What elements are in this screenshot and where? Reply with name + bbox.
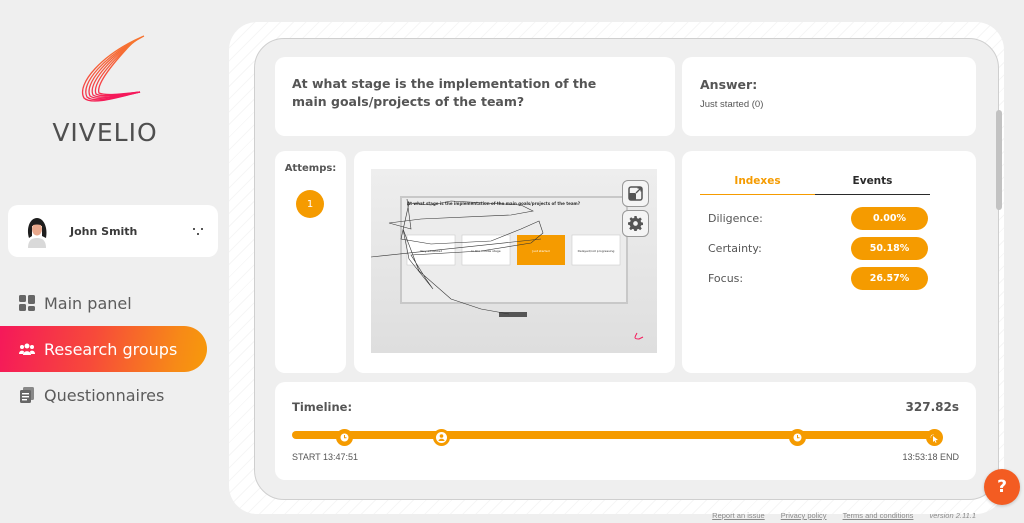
sidebar-item-label: Research groups xyxy=(44,339,178,359)
metric-value: 50.18% xyxy=(851,236,928,260)
metric-row-diligence: Diligence: 0.00% xyxy=(708,206,928,230)
brand-name: VIVELIO xyxy=(52,118,158,147)
timeline-marker-clock[interactable] xyxy=(335,429,353,446)
sidebar-item-main-panel[interactable]: Main panel xyxy=(0,280,210,326)
metric-label: Diligence: xyxy=(708,211,763,225)
vivelio-logo[interactable]: VIVELIO xyxy=(40,34,170,149)
metric-label: Focus: xyxy=(708,271,744,285)
timeline-marker-user[interactable] xyxy=(433,429,451,446)
timeline-track[interactable] xyxy=(292,431,940,439)
timeline-card: Timeline: 327.82s START 13:47:51 13:53:1… xyxy=(275,382,976,480)
question-card: At what stage is the implementation of t… xyxy=(275,57,675,136)
scrollbar[interactable] xyxy=(996,110,1002,210)
users-icon xyxy=(18,340,36,358)
attempt-button[interactable]: 1 xyxy=(296,190,324,218)
timeline-marker-clock[interactable] xyxy=(789,429,807,446)
session-replay-thumbnail[interactable]: At what stage is the implementation of t… xyxy=(371,169,657,353)
sidebar-item-research-groups[interactable]: Research groups xyxy=(0,326,207,372)
footer: Report an issue Privacy policy Terms and… xyxy=(712,511,976,520)
metric-label: Certainty: xyxy=(708,241,762,255)
settings-button[interactable] xyxy=(622,210,649,237)
metrics-card: Indexes Events Diligence: 0.00% Certaint… xyxy=(682,151,976,373)
gear-icon xyxy=(628,216,643,231)
user-card[interactable]: John Smith xyxy=(8,205,218,257)
expand-button[interactable] xyxy=(622,180,649,207)
sidebar-item-label: Questionnaires xyxy=(44,385,165,405)
version-label: version 2.11.1 xyxy=(929,511,976,520)
answer-card: Answer: Just started (0) xyxy=(682,57,976,136)
question-text: At what stage is the implementation of t… xyxy=(292,76,597,109)
user-name: John Smith xyxy=(70,224,138,238)
metrics-tabs: Indexes Events xyxy=(700,173,930,195)
metric-row-focus: Focus: 26.57% xyxy=(708,266,928,290)
answer-label: Answer: xyxy=(700,77,758,92)
avatar-icon xyxy=(20,214,54,248)
timeline-label: Timeline: xyxy=(292,400,353,414)
timeline-end: 13:53:18 END xyxy=(902,452,959,462)
privacy-policy-link[interactable]: Privacy policy xyxy=(781,511,827,520)
timeline-marker-click[interactable] xyxy=(925,428,943,447)
tab-events[interactable]: Events xyxy=(815,173,930,195)
documents-icon xyxy=(18,386,36,404)
metric-value: 26.57% xyxy=(851,266,928,290)
timeline-start: START 13:47:51 xyxy=(292,452,359,462)
click-icon xyxy=(929,428,939,447)
clock-icon xyxy=(793,433,802,442)
expand-icon xyxy=(628,186,643,201)
answer-value: Just started (0) xyxy=(700,99,764,110)
metric-value: 0.00% xyxy=(851,206,928,230)
sidebar-nav: Main panel Research groups Questionnaire… xyxy=(0,280,210,418)
sidebar-item-questionnaires[interactable]: Questionnaires xyxy=(0,372,210,418)
terms-link[interactable]: Terms and conditions xyxy=(843,511,914,520)
attempts-card: Attemps: 1 xyxy=(275,151,346,373)
sidebar-item-label: Main panel xyxy=(44,293,132,313)
timeline-duration: 327.82s xyxy=(905,400,959,414)
user-icon xyxy=(436,432,448,443)
thumbnail-option-label: Just started xyxy=(531,249,549,253)
report-issue-link[interactable]: Report an issue xyxy=(712,511,765,520)
clock-icon xyxy=(340,433,349,442)
tab-indexes[interactable]: Indexes xyxy=(700,173,815,195)
more-dots-icon[interactable] xyxy=(192,225,204,237)
replay-preview: At what stage is the implementation of t… xyxy=(371,196,644,340)
help-button[interactable]: ? xyxy=(984,469,1020,505)
thumbnail-option-label: Delayed/not progressing xyxy=(578,249,615,253)
vivelio-logo-icon xyxy=(81,35,145,102)
attempts-label: Attemps: xyxy=(284,163,337,174)
thumbnail-logo xyxy=(634,332,644,340)
metric-row-certainty: Certainty: 50.18% xyxy=(708,236,928,260)
dashboard-icon xyxy=(18,294,36,312)
